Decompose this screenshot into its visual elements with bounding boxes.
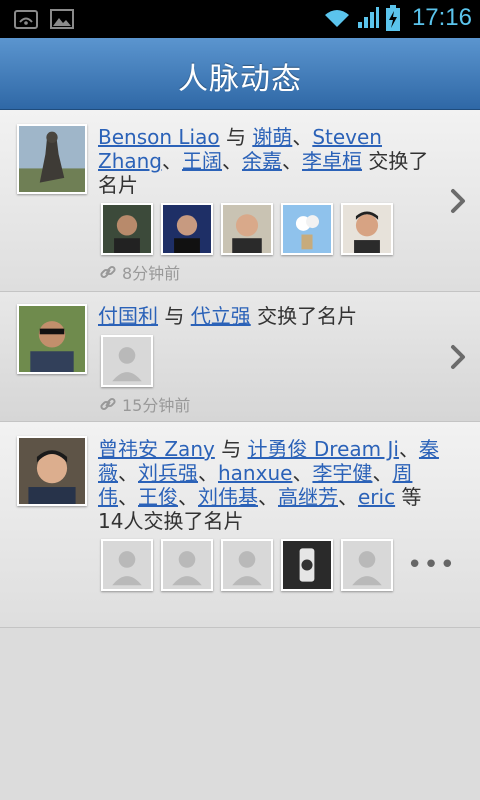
title-bar: 人脉动态 — [0, 38, 480, 110]
contact-avatar[interactable] — [281, 203, 333, 255]
default-avatar-icon[interactable] — [101, 539, 153, 591]
contact-avatar[interactable] — [341, 203, 393, 255]
timestamp-text: 15分钟前 — [122, 396, 191, 415]
activity-feed[interactable]: Benson Liao 与 谢萌、Steven Zhang、王阔、余嘉、李卓桓 … — [0, 110, 480, 800]
joiner-text: 与 — [164, 304, 185, 328]
person-link[interactable]: Benson Liao — [98, 125, 220, 149]
contact-link[interactable]: 王俊 — [138, 485, 178, 509]
timestamp-text: 8分钟前 — [122, 264, 181, 283]
separator: 、 — [118, 485, 138, 509]
chevron-right-icon[interactable] — [450, 188, 466, 214]
contact-avatar[interactable] — [101, 203, 153, 255]
separator: 、 — [292, 125, 313, 149]
joiner-text: 与 — [221, 437, 242, 461]
avatar[interactable] — [17, 304, 87, 374]
feed-item[interactable]: Benson Liao 与 谢萌、Steven Zhang、王阔、余嘉、李卓桓 … — [0, 110, 480, 292]
battery-charging-icon — [385, 5, 400, 31]
contact-avatar[interactable] — [161, 203, 213, 255]
separator: 、 — [398, 437, 419, 461]
separator: 、 — [178, 485, 198, 509]
feed-item[interactable]: 曾祎安 Zany 与 计勇俊 Dream Ji、秦薇、刘兵强、hanxue、李宇… — [0, 422, 480, 628]
contact-avatar[interactable] — [221, 203, 273, 255]
contact-link[interactable]: 李卓桓 — [302, 149, 362, 173]
feed-item[interactable]: 付国利 与 代立强 交换了名片 15分钟前 — [0, 292, 480, 422]
page-title: 人脉动态 — [178, 62, 302, 97]
contact-link[interactable]: 刘伟基 — [198, 485, 258, 509]
status-time: 17:16 — [411, 4, 472, 31]
avatar[interactable] — [17, 436, 87, 506]
separator: 、 — [282, 149, 303, 173]
contact-link[interactable]: 代立强 — [191, 304, 251, 328]
cell-signal-icon — [357, 7, 379, 28]
feed-text: Benson Liao 与 谢萌、Steven Zhang、王阔、余嘉、李卓桓 … — [98, 125, 443, 197]
contact-link[interactable]: 计勇俊 Dream Ji — [248, 437, 399, 461]
person-link[interactable]: 付国利 — [98, 304, 158, 328]
separator: 、 — [162, 149, 183, 173]
action-text: 交换了名片 — [257, 304, 358, 328]
feed-text: 曾祎安 Zany 与 计勇俊 Dream Ji、秦薇、刘兵强、hanxue、李宇… — [98, 437, 443, 533]
wifi-notification-icon — [14, 10, 38, 29]
timestamp: 15分钟前 — [98, 392, 190, 416]
contact-link[interactable]: 刘兵强 — [138, 461, 198, 485]
separator: 、 — [222, 149, 243, 173]
default-avatar-icon[interactable] — [101, 335, 153, 387]
contact-link[interactable]: 余嘉 — [242, 149, 282, 173]
separator: 、 — [338, 485, 358, 509]
separator: 、 — [372, 461, 393, 485]
contact-avatar[interactable] — [281, 539, 333, 591]
link-icon — [100, 265, 116, 279]
link-icon — [100, 397, 116, 411]
person-link[interactable]: 曾祎安 Zany — [98, 437, 215, 461]
wifi-signal-icon — [324, 10, 349, 27]
default-avatar-icon[interactable] — [341, 539, 393, 591]
default-avatar-icon[interactable] — [161, 539, 213, 591]
separator: 、 — [118, 461, 138, 485]
separator: 、 — [198, 461, 218, 485]
separator: 、 — [292, 461, 313, 485]
chevron-right-icon[interactable] — [450, 621, 466, 647]
contact-link[interactable]: 王阔 — [182, 149, 222, 173]
contact-link[interactable]: eric — [358, 485, 395, 509]
feed-text: 付国利 与 代立强 交换了名片 — [98, 304, 443, 328]
image-notification-icon — [50, 9, 74, 29]
contact-thumbnails — [101, 203, 393, 255]
avatar[interactable] — [17, 124, 87, 194]
contact-thumbnails: ••• — [101, 539, 456, 591]
status-bar: 17:16 — [0, 0, 480, 38]
contact-link[interactable]: 李宇健 — [312, 461, 372, 485]
timestamp: 8分钟前 — [98, 260, 180, 284]
contact-link[interactable]: hanxue — [218, 461, 292, 485]
contact-link[interactable]: 谢萌 — [252, 125, 292, 149]
more-indicator[interactable]: ••• — [407, 552, 456, 578]
contact-thumbnails — [101, 335, 153, 387]
contact-link[interactable]: 高继芳 — [278, 485, 338, 509]
chevron-right-icon[interactable] — [450, 344, 466, 370]
separator: 、 — [258, 485, 278, 509]
default-avatar-icon[interactable] — [221, 539, 273, 591]
joiner-text: 与 — [225, 125, 246, 149]
